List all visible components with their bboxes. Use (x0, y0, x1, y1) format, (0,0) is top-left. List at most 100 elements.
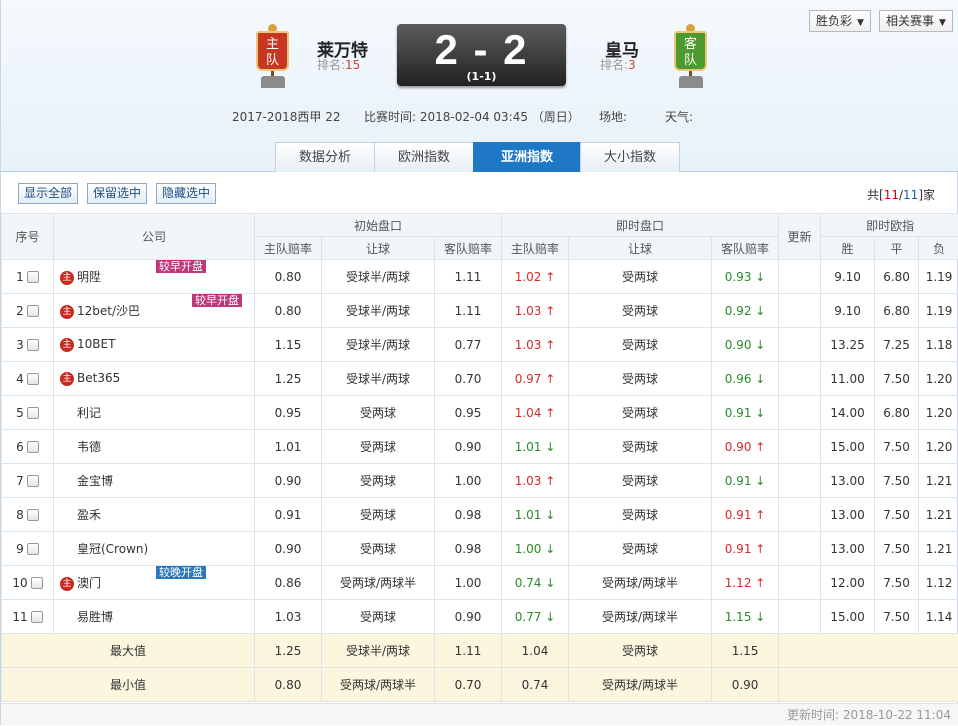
tab-data-analysis[interactable]: 数据分析 (275, 142, 375, 172)
table-row[interactable]: 2主12bet/沙巴较早开盘0.80受球半/两球1.111.03 ↑受两球0.9… (2, 294, 958, 328)
update-cell[interactable] (779, 498, 821, 532)
company-name[interactable]: 韦德 (77, 440, 101, 454)
company-name[interactable]: 皇冠(Crown) (77, 542, 148, 556)
league-round[interactable]: 2017-2018西甲 22 (232, 108, 341, 125)
row-checkbox[interactable] (27, 475, 39, 487)
company-cell[interactable]: 主12bet/沙巴较早开盘 (54, 294, 255, 328)
row-checkbox[interactable] (27, 509, 39, 521)
arrow-down-icon: ↓ (545, 440, 555, 454)
company-cell[interactable]: 主澳门较晚开盘 (54, 566, 255, 600)
stat-label: 最大值 (2, 634, 255, 668)
open-time-badge: 较早开盘 (156, 260, 206, 273)
initial-away-odds: 1.00 (435, 464, 502, 498)
table-row[interactable]: 11易胜博1.03受两球0.900.77 ↓受两球/两球半1.15 ↓15.00… (2, 600, 958, 634)
company-name[interactable]: 金宝博 (77, 474, 113, 488)
live-handicap: 受两球 (569, 294, 712, 328)
row-checkbox[interactable] (27, 441, 39, 453)
update-cell[interactable] (779, 328, 821, 362)
related-matches-dropdown[interactable]: 相关赛事▼ (879, 10, 953, 32)
row-checkbox[interactable] (27, 407, 39, 419)
table-row[interactable]: 1主明陞较早开盘0.80受球半/两球1.111.02 ↑受两球0.93 ↓9.1… (2, 260, 958, 294)
row-index: 8 (2, 498, 54, 532)
col-initial: 初始盘口 (255, 214, 502, 237)
row-index: 9 (2, 532, 54, 566)
live-away-odds: 0.93 ↓ (712, 260, 779, 294)
tab-over-under[interactable]: 大小指数 (580, 142, 680, 172)
update-cell[interactable] (779, 362, 821, 396)
company-cell[interactable]: 韦德 (54, 430, 255, 464)
show-all-button[interactable]: 显示全部 (18, 183, 78, 204)
open-time-badge: 较早开盘 (192, 294, 242, 307)
table-row[interactable]: 6韦德1.01受两球0.901.01 ↓受两球0.90 ↑15.007.501.… (2, 430, 958, 464)
update-cell[interactable] (779, 532, 821, 566)
euro-win: 13.00 (821, 464, 875, 498)
arrow-down-icon: ↓ (755, 474, 765, 488)
stat-live-away: 0.90 (712, 668, 779, 702)
update-cell[interactable] (779, 396, 821, 430)
update-cell[interactable] (779, 260, 821, 294)
initial-handicap: 受球半/两球 (322, 260, 435, 294)
update-cell[interactable] (779, 430, 821, 464)
initial-home-odds: 0.80 (255, 294, 322, 328)
initial-away-odds: 1.00 (435, 566, 502, 600)
live-home-odds: 1.01 ↓ (502, 498, 569, 532)
initial-handicap: 受球半/两球 (322, 294, 435, 328)
company-cell[interactable]: 主明陞较早开盘 (54, 260, 255, 294)
company-name[interactable]: Bet365 (77, 371, 120, 385)
row-checkbox[interactable] (31, 577, 43, 589)
row-checkbox[interactable] (27, 339, 39, 351)
update-cell[interactable] (779, 294, 821, 328)
home-badge: 主 队 (256, 31, 289, 71)
table-row[interactable]: 5利记0.95受两球0.951.04 ↑受两球0.91 ↓14.006.801.… (2, 396, 958, 430)
table-row[interactable]: 7金宝博0.90受两球1.001.03 ↑受两球0.91 ↓13.007.501… (2, 464, 958, 498)
update-cell[interactable] (779, 600, 821, 634)
company-cell[interactable]: 利记 (54, 396, 255, 430)
company-cell[interactable]: 盈禾 (54, 498, 255, 532)
euro-win: 13.00 (821, 532, 875, 566)
euro-win: 13.00 (821, 498, 875, 532)
update-cell[interactable] (779, 566, 821, 600)
company-cell[interactable]: 主Bet365 (54, 362, 255, 396)
euro-draw: 7.50 (875, 362, 919, 396)
row-checkbox[interactable] (27, 271, 39, 283)
live-away-odds: 1.15 ↓ (712, 600, 779, 634)
stat-live-handicap: 受两球/两球半 (569, 668, 712, 702)
tab-europe-odds[interactable]: 欧洲指数 (374, 142, 474, 172)
company-name[interactable]: 明陞 (77, 270, 101, 284)
row-checkbox[interactable] (27, 305, 39, 317)
company-name[interactable]: 利记 (77, 406, 101, 420)
col-draw: 平 (875, 237, 919, 260)
company-name[interactable]: 澳门 (77, 576, 101, 590)
update-cell[interactable] (779, 464, 821, 498)
company-cell[interactable]: 金宝博 (54, 464, 255, 498)
company-name[interactable]: 盈禾 (77, 508, 101, 522)
lottery-dropdown[interactable]: 胜负彩▼ (809, 10, 871, 32)
table-row[interactable]: 10主澳门较晚开盘0.86受两球/两球半1.000.74 ↓受两球/两球半1.1… (2, 566, 958, 600)
main-company-icon: 主 (60, 338, 74, 352)
row-checkbox[interactable] (27, 543, 39, 555)
company-name[interactable]: 10BET (77, 337, 115, 351)
company-name[interactable]: 12bet/沙巴 (77, 304, 140, 318)
table-row[interactable]: 3主10BET1.15受球半/两球0.771.03 ↑受两球0.90 ↓13.2… (2, 328, 958, 362)
live-handicap: 受两球 (569, 430, 712, 464)
company-name[interactable]: 易胜博 (77, 610, 113, 624)
live-home-odds: 1.02 ↑ (502, 260, 569, 294)
company-cell[interactable]: 主10BET (54, 328, 255, 362)
company-cell[interactable]: 皇冠(Crown) (54, 532, 255, 566)
table-row[interactable]: 4主Bet3651.25受球半/两球0.700.97 ↑受两球0.96 ↓11.… (2, 362, 958, 396)
tab-asian-handicap[interactable]: 亚洲指数 (473, 142, 581, 172)
row-checkbox[interactable] (27, 373, 39, 385)
euro-win: 14.00 (821, 396, 875, 430)
live-away-odds: 0.90 ↑ (712, 430, 779, 464)
table-row[interactable]: 9皇冠(Crown)0.90受两球0.981.00 ↓受两球0.91 ↑13.0… (2, 532, 958, 566)
home-flag-icon: 主 队 (251, 26, 295, 88)
company-cell[interactable]: 易胜博 (54, 600, 255, 634)
table-row[interactable]: 8盈禾0.91受两球0.981.01 ↓受两球0.91 ↑13.007.501.… (2, 498, 958, 532)
row-checkbox[interactable] (31, 611, 43, 623)
col-lose: 负 (919, 237, 958, 260)
hide-selected-button[interactable]: 隐藏选中 (156, 183, 216, 204)
row-index: 1 (2, 260, 54, 294)
keep-selected-button[interactable]: 保留选中 (87, 183, 147, 204)
arrow-up-icon: ↑ (545, 406, 555, 420)
arrow-up-icon: ↑ (755, 508, 765, 522)
